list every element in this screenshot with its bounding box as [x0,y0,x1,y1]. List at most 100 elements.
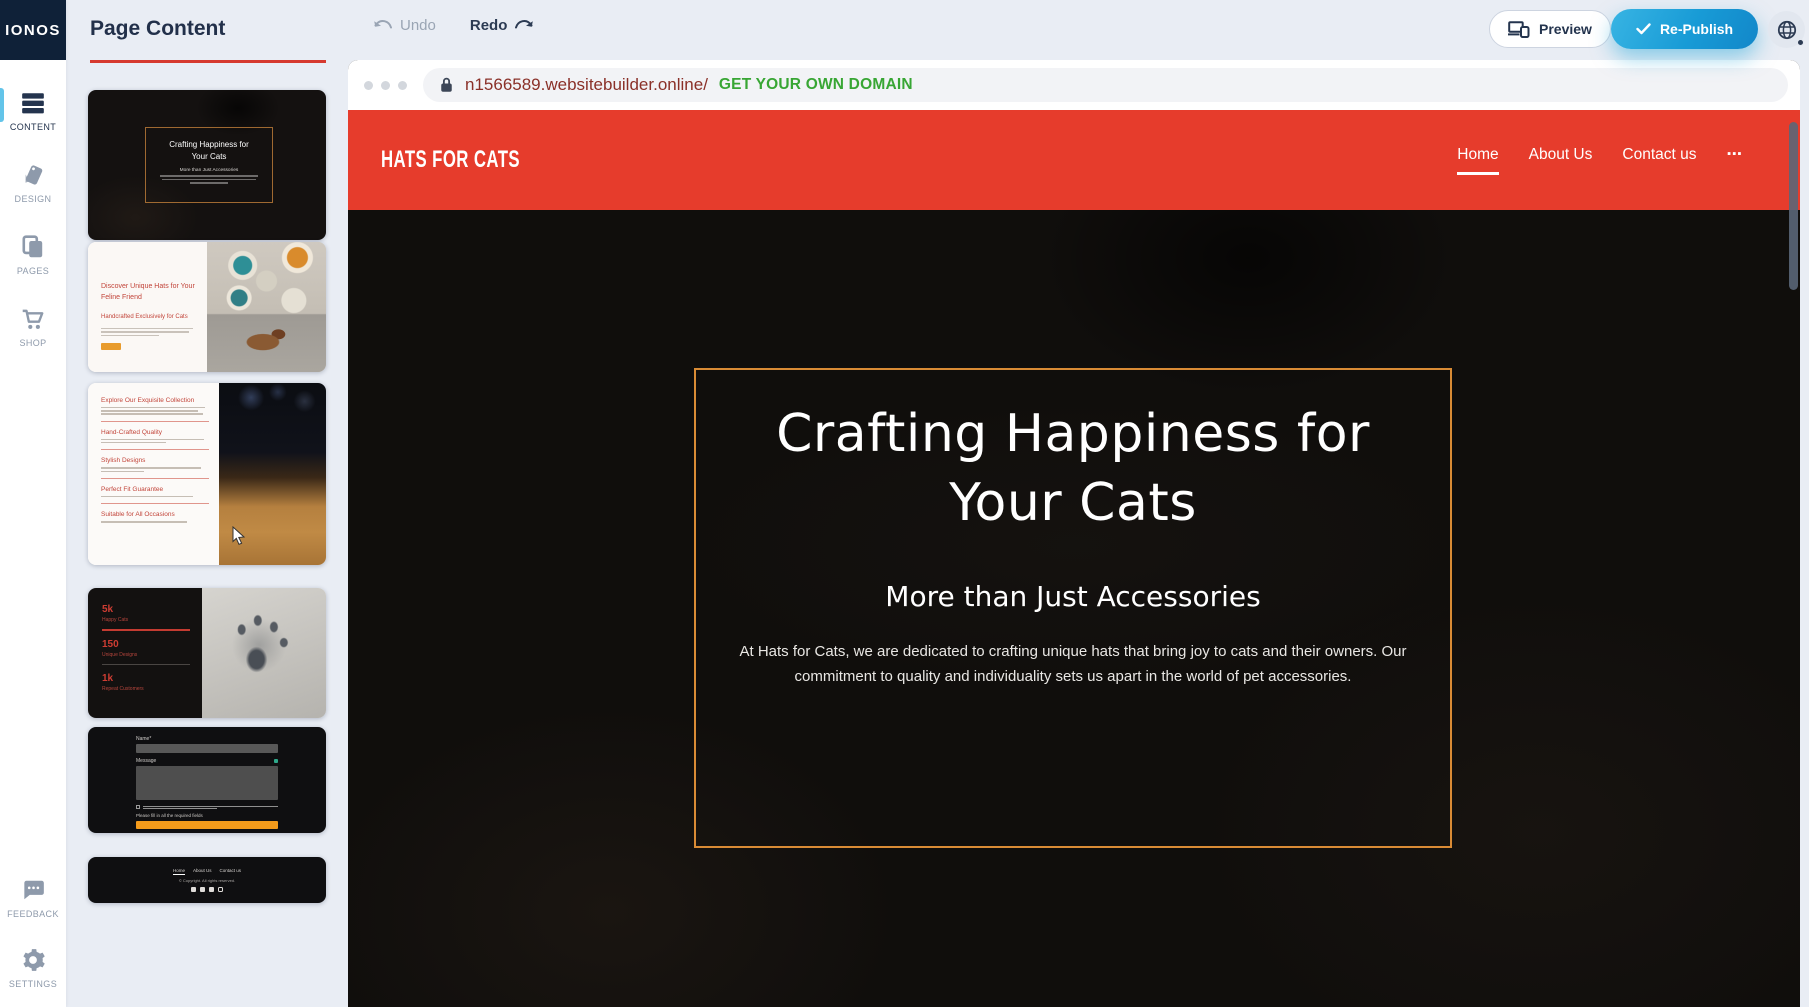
thumbnail-collection-heading: Suitable for All Occasions [101,511,209,518]
section-thumbnail-list: Crafting Happiness for Your Cats More th… [88,90,326,903]
republish-label: Re-Publish [1660,21,1733,37]
sidebar-item-label: FEEDBACK [7,909,59,919]
sidebar-item-feedback[interactable]: FEEDBACK [0,873,66,923]
page-title: Page Content [90,17,225,41]
nav-item-home[interactable]: Home [1457,146,1498,175]
social-icon [191,887,196,892]
thumbnail-hero-selection-box: Crafting Happiness for Your Cats More th… [145,127,273,203]
site-preview-frame: n1566589.websitebuilder.online/ GET YOUR… [348,60,1800,1007]
sidebar-nav: CONTENT DESIGN PAGES SHOP [0,86,66,352]
design-icon [20,162,46,188]
hero-body-text: At Hats for Cats, we are dedicated to cr… [733,640,1413,689]
site-header: HATS FOR CATS Home About Us Contact us ⋯ [348,110,1800,210]
undo-icon [374,19,393,32]
form-consent-textlines [143,805,278,810]
thumbnail-contact-form-section[interactable]: Name* Message Please fill in all the req… [88,727,326,833]
thumbnail-collection-section[interactable]: Explore Our Exquisite Collection Hand-Cr… [88,383,326,565]
thumbnail-shop-now-button [101,343,121,350]
thumbnail-discover-heading: Discover Unique Hats for Your Feline Fri… [101,282,197,303]
logo-text: IONOS [5,22,61,39]
thumbnail-hero-bodylines [146,175,272,184]
sidebar-item-label: SHOP [19,338,46,348]
cart-icon [20,306,46,332]
sidebar-item-label: CONTENT [10,122,56,132]
stat-value: 1k [102,673,190,684]
form-submit-button [136,821,278,829]
hero-selected-block[interactable]: Crafting Happiness for Your Cats More th… [694,368,1452,848]
preview-button[interactable]: Preview [1489,10,1611,48]
thumbnail-footer-section[interactable]: Home About Us Contact us © Copyright. Al… [88,857,326,903]
get-domain-link[interactable]: GET YOUR OWN DOMAIN [719,76,913,94]
stat-label: Unique Designs [102,652,190,658]
globe-icon [1776,19,1798,41]
preview-scrollbar-thumb[interactable] [1789,122,1798,290]
social-icon [200,887,205,892]
gear-icon [20,947,46,973]
thumbnail-cat-fur-photo [219,383,326,565]
ionos-logo[interactable]: IONOS [0,0,66,60]
stat-label: Repeat Customers [102,686,190,692]
stat-value: 150 [102,639,190,650]
undo-redo-group: Undo Redo [374,17,533,34]
thumbnail-hero-subtitle: More than Just Accessories [146,168,272,173]
thumbnail-hero-title: Crafting Happiness for Your Cats [146,139,272,163]
form-message-label: Message [136,758,156,764]
url-bar[interactable]: n1566589.websitebuilder.online/ GET YOUR… [423,68,1788,102]
thumbnail-discover-subheading: Handcrafted Exclusively for Cats [101,314,197,320]
social-icon [209,887,214,892]
thumbnail-collection-heading: Explore Our Exquisite Collection [101,397,209,404]
form-name-input [136,744,278,753]
browser-chrome-bar: n1566589.websitebuilder.online/ GET YOUR… [348,60,1800,110]
thumbnail-collection-heading: Perfect Fit Guarantee [101,486,209,493]
thumbnail-paw-print-photo [202,588,326,718]
thumbnail-collection-heading: Stylish Designs [101,457,209,464]
stat-label: Happy Cats [102,617,190,623]
sidebar-item-shop[interactable]: SHOP [0,302,66,352]
nav-more-button[interactable]: ⋯ [1727,145,1745,175]
form-consent-checkbox [136,805,140,809]
pages-icon [20,234,46,260]
thumbnail-discover-section[interactable]: Discover Unique Hats for Your Feline Fri… [88,242,326,372]
thumbnail-stats-section[interactable]: 5k Happy Cats 150 Unique Designs 1k Repe… [88,588,326,718]
devices-icon [1508,21,1530,38]
preview-label: Preview [1539,21,1592,37]
thumbnail-discover-bodylines [101,328,197,336]
sidebar-item-label: SETTINGS [9,979,57,989]
thumbnail-collection-text: Explore Our Exquisite Collection Hand-Cr… [88,383,219,565]
sidebar-bottom-nav: FEEDBACK SETTINGS [0,873,66,993]
republish-button[interactable]: Re-Publish [1611,9,1758,49]
form-name-label: Name* [136,736,278,742]
stat-value: 5k [102,604,190,615]
window-dots [364,81,407,90]
globe-notification-dot [1797,39,1804,46]
panel-title-underline [90,60,326,63]
social-icon [218,887,223,892]
thumbnail-form: Name* Message Please fill in all the req… [136,736,278,829]
feedback-icon [20,877,46,903]
footer-links: Home About Us Contact us [173,868,241,875]
nav-item-about[interactable]: About Us [1529,146,1593,175]
active-indicator [0,88,4,122]
redo-button[interactable]: Redo [470,17,534,34]
footer-copyright: © Copyright. All rights reserved. [179,878,235,883]
undo-button[interactable]: Undo [374,17,436,34]
check-icon [1636,23,1651,35]
form-emoji-icon [274,759,278,763]
sidebar-item-pages[interactable]: PAGES [0,230,66,280]
content-icon [20,90,46,116]
form-message-textarea [136,766,278,800]
app-sidebar: IONOS CONTENT DESIGN PAGES [0,0,66,1007]
redo-label: Redo [470,17,508,34]
hero-subtitle: More than Just Accessories [885,580,1260,613]
site-nav: Home About Us Contact us ⋯ [1457,145,1744,175]
hero-title: Crafting Happiness for Your Cats [776,400,1370,538]
sidebar-item-settings[interactable]: SETTINGS [0,943,66,993]
thumbnail-hero-section[interactable]: Crafting Happiness for Your Cats More th… [88,90,326,240]
sidebar-item-design[interactable]: DESIGN [0,158,66,208]
sidebar-item-content[interactable]: CONTENT [0,86,66,136]
language-globe-button[interactable] [1768,11,1805,48]
thumbnail-street-cat-photo [207,242,326,372]
undo-label: Undo [400,17,436,34]
nav-item-contact[interactable]: Contact us [1622,146,1696,175]
site-url[interactable]: n1566589.websitebuilder.online/ [465,75,708,95]
